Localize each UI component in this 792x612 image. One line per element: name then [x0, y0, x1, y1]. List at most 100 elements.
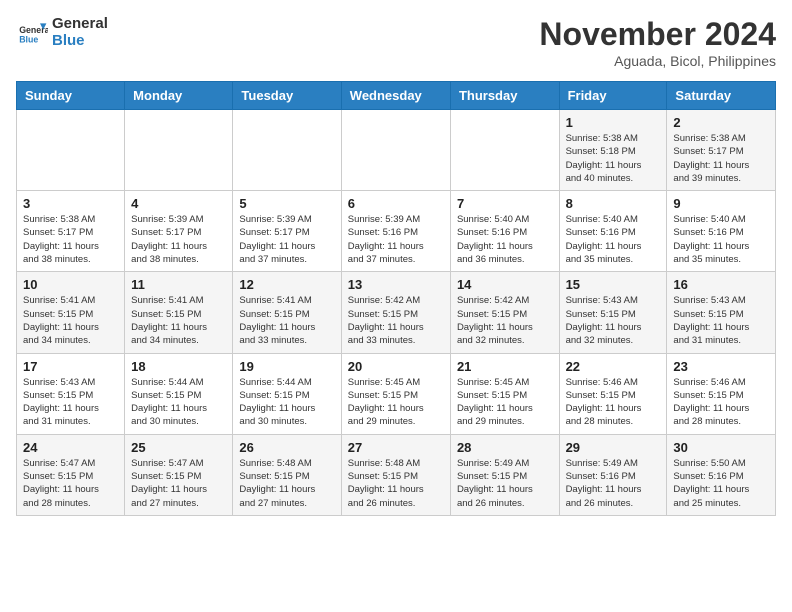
day-info: Sunrise: 5:40 AM Sunset: 5:16 PM Dayligh…: [673, 213, 769, 266]
day-info: Sunrise: 5:47 AM Sunset: 5:15 PM Dayligh…: [23, 457, 118, 510]
weekday-header-sunday: Sunday: [17, 82, 125, 110]
weekday-header-monday: Monday: [125, 82, 233, 110]
logo-text-line2: Blue: [52, 33, 108, 50]
day-info: Sunrise: 5:44 AM Sunset: 5:15 PM Dayligh…: [239, 376, 334, 429]
day-info: Sunrise: 5:42 AM Sunset: 5:15 PM Dayligh…: [457, 294, 553, 347]
calendar-cell: [450, 110, 559, 191]
day-number: 14: [457, 277, 553, 292]
day-number: 7: [457, 196, 553, 211]
day-info: Sunrise: 5:49 AM Sunset: 5:16 PM Dayligh…: [566, 457, 661, 510]
day-number: 27: [348, 440, 444, 455]
day-number: 1: [566, 115, 661, 130]
calendar-cell: 19 Sunrise: 5:44 AM Sunset: 5:15 PM Dayli…: [233, 353, 341, 434]
calendar-cell: 21 Sunrise: 5:45 AM Sunset: 5:15 PM Dayli…: [450, 353, 559, 434]
day-number: 26: [239, 440, 334, 455]
day-info: Sunrise: 5:46 AM Sunset: 5:15 PM Dayligh…: [566, 376, 661, 429]
day-info: Sunrise: 5:48 AM Sunset: 5:15 PM Dayligh…: [239, 457, 334, 510]
day-number: 8: [566, 196, 661, 211]
day-info: Sunrise: 5:39 AM Sunset: 5:16 PM Dayligh…: [348, 213, 444, 266]
logo-icon: General Blue: [16, 17, 48, 49]
day-info: Sunrise: 5:45 AM Sunset: 5:15 PM Dayligh…: [348, 376, 444, 429]
day-info: Sunrise: 5:49 AM Sunset: 5:15 PM Dayligh…: [457, 457, 553, 510]
calendar-week-row: 17Sunrise: 5:43 AM Sunset: 5:15 PM Dayli…: [17, 353, 776, 434]
calendar-cell: 1 Sunrise: 5:38 AM Sunset: 5:18 PM Daylig…: [559, 110, 667, 191]
day-number: 19: [239, 359, 334, 374]
calendar-week-row: 1 Sunrise: 5:38 AM Sunset: 5:18 PM Daylig…: [17, 110, 776, 191]
weekday-header-thursday: Thursday: [450, 82, 559, 110]
day-info: Sunrise: 5:40 AM Sunset: 5:16 PM Dayligh…: [457, 213, 553, 266]
day-number: 28: [457, 440, 553, 455]
day-number: 18: [131, 359, 226, 374]
calendar-cell: 5 Sunrise: 5:39 AM Sunset: 5:17 PM Daylig…: [233, 191, 341, 272]
calendar-cell: 18 Sunrise: 5:44 AM Sunset: 5:15 PM Dayli…: [125, 353, 233, 434]
calendar-cell: [341, 110, 450, 191]
day-number: 10: [23, 277, 118, 292]
day-number: 23: [673, 359, 769, 374]
calendar-cell: 28 Sunrise: 5:49 AM Sunset: 5:15 PM Dayli…: [450, 434, 559, 515]
calendar-cell: 23 Sunrise: 5:46 AM Sunset: 5:15 PM Dayli…: [667, 353, 776, 434]
calendar-cell: 9Sunrise: 5:40 AM Sunset: 5:16 PM Daylig…: [667, 191, 776, 272]
calendar-cell: 17Sunrise: 5:43 AM Sunset: 5:15 PM Dayli…: [17, 353, 125, 434]
month-year-title: November 2024: [539, 16, 776, 53]
day-info: Sunrise: 5:41 AM Sunset: 5:15 PM Dayligh…: [239, 294, 334, 347]
weekday-header-wednesday: Wednesday: [341, 82, 450, 110]
day-number: 12: [239, 277, 334, 292]
calendar-cell: 26 Sunrise: 5:48 AM Sunset: 5:15 PM Dayli…: [233, 434, 341, 515]
calendar-cell: [233, 110, 341, 191]
calendar-week-row: 24 Sunrise: 5:47 AM Sunset: 5:15 PM Dayli…: [17, 434, 776, 515]
calendar-cell: 7 Sunrise: 5:40 AM Sunset: 5:16 PM Daylig…: [450, 191, 559, 272]
calendar-cell: [17, 110, 125, 191]
day-info: Sunrise: 5:45 AM Sunset: 5:15 PM Dayligh…: [457, 376, 553, 429]
weekday-header-saturday: Saturday: [667, 82, 776, 110]
weekday-header-friday: Friday: [559, 82, 667, 110]
day-info: Sunrise: 5:41 AM Sunset: 5:15 PM Dayligh…: [131, 294, 226, 347]
calendar-cell: 3Sunrise: 5:38 AM Sunset: 5:17 PM Daylig…: [17, 191, 125, 272]
day-info: Sunrise: 5:46 AM Sunset: 5:15 PM Dayligh…: [673, 376, 769, 429]
calendar-week-row: 10 Sunrise: 5:41 AM Sunset: 5:15 PM Dayli…: [17, 272, 776, 353]
day-number: 25: [131, 440, 226, 455]
calendar-week-row: 3Sunrise: 5:38 AM Sunset: 5:17 PM Daylig…: [17, 191, 776, 272]
calendar-cell: 2Sunrise: 5:38 AM Sunset: 5:17 PM Daylig…: [667, 110, 776, 191]
day-info: Sunrise: 5:43 AM Sunset: 5:15 PM Dayligh…: [673, 294, 769, 347]
day-info: Sunrise: 5:44 AM Sunset: 5:15 PM Dayligh…: [131, 376, 226, 429]
day-number: 15: [566, 277, 661, 292]
day-info: Sunrise: 5:42 AM Sunset: 5:15 PM Dayligh…: [348, 294, 444, 347]
calendar-cell: 15 Sunrise: 5:43 AM Sunset: 5:15 PM Dayli…: [559, 272, 667, 353]
day-info: Sunrise: 5:38 AM Sunset: 5:17 PM Dayligh…: [673, 132, 769, 185]
page-header: General Blue General Blue November 2024 …: [16, 16, 776, 69]
day-number: 22: [566, 359, 661, 374]
calendar-cell: 25 Sunrise: 5:47 AM Sunset: 5:15 PM Dayli…: [125, 434, 233, 515]
day-info: Sunrise: 5:43 AM Sunset: 5:15 PM Dayligh…: [566, 294, 661, 347]
calendar-cell: 12 Sunrise: 5:41 AM Sunset: 5:15 PM Dayli…: [233, 272, 341, 353]
calendar-cell: 14 Sunrise: 5:42 AM Sunset: 5:15 PM Dayli…: [450, 272, 559, 353]
svg-text:Blue: Blue: [19, 34, 38, 44]
day-number: 21: [457, 359, 553, 374]
calendar-cell: 20 Sunrise: 5:45 AM Sunset: 5:15 PM Dayli…: [341, 353, 450, 434]
logo: General Blue General Blue: [16, 16, 108, 49]
calendar-cell: 6Sunrise: 5:39 AM Sunset: 5:16 PM Daylig…: [341, 191, 450, 272]
weekday-header-tuesday: Tuesday: [233, 82, 341, 110]
calendar-cell: 27Sunrise: 5:48 AM Sunset: 5:15 PM Dayli…: [341, 434, 450, 515]
calendar-cell: 13 Sunrise: 5:42 AM Sunset: 5:15 PM Dayli…: [341, 272, 450, 353]
location-subtitle: Aguada, Bicol, Philippines: [539, 53, 776, 69]
day-info: Sunrise: 5:38 AM Sunset: 5:17 PM Dayligh…: [23, 213, 118, 266]
day-number: 17: [23, 359, 118, 374]
day-number: 4: [131, 196, 226, 211]
day-number: 16: [673, 277, 769, 292]
day-number: 30: [673, 440, 769, 455]
day-number: 20: [348, 359, 444, 374]
day-number: 5: [239, 196, 334, 211]
day-info: Sunrise: 5:39 AM Sunset: 5:17 PM Dayligh…: [239, 213, 334, 266]
calendar-table: SundayMondayTuesdayWednesdayThursdayFrid…: [16, 81, 776, 516]
day-number: 29: [566, 440, 661, 455]
calendar-cell: 30Sunrise: 5:50 AM Sunset: 5:16 PM Dayli…: [667, 434, 776, 515]
day-number: 24: [23, 440, 118, 455]
calendar-cell: 24 Sunrise: 5:47 AM Sunset: 5:15 PM Dayli…: [17, 434, 125, 515]
calendar-cell: 8Sunrise: 5:40 AM Sunset: 5:16 PM Daylig…: [559, 191, 667, 272]
weekday-header-row: SundayMondayTuesdayWednesdayThursdayFrid…: [17, 82, 776, 110]
title-block: November 2024 Aguada, Bicol, Philippines: [539, 16, 776, 69]
day-info: Sunrise: 5:47 AM Sunset: 5:15 PM Dayligh…: [131, 457, 226, 510]
day-number: 13: [348, 277, 444, 292]
day-info: Sunrise: 5:41 AM Sunset: 5:15 PM Dayligh…: [23, 294, 118, 347]
day-info: Sunrise: 5:38 AM Sunset: 5:18 PM Dayligh…: [566, 132, 661, 185]
